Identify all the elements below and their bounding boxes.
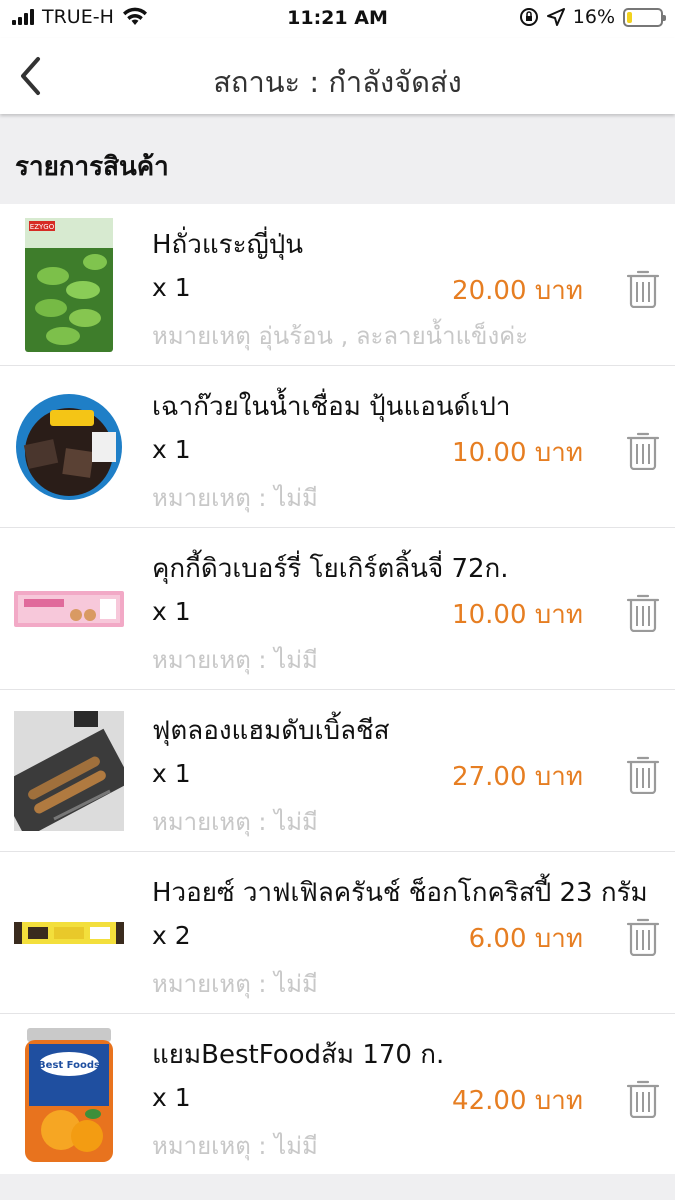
item-quantity: x 1 — [152, 273, 191, 302]
product-image: Best Foods — [14, 1028, 124, 1162]
list-item: EZYGO Hถั่วแระญี่ปุ่น x 1 20.00 บาท หมาย… — [0, 204, 675, 366]
status-bar: TRUE-H 11:21 AM 16% — [0, 0, 675, 38]
item-quantity: x 2 — [152, 921, 191, 950]
item-quantity: x 1 — [152, 597, 191, 626]
trash-icon[interactable] — [626, 430, 660, 470]
item-note: หมายเหตุ : ไม่มี — [152, 970, 318, 998]
item-price: 20.00 บาท — [452, 276, 583, 306]
product-image — [14, 704, 124, 838]
item-note: หมายเหตุ : ไม่มี — [152, 1132, 318, 1160]
list-item: คุกกี้ดิวเบอร์รี่ โยเกิร์ตลิ้นจี่ 72ก. x… — [0, 528, 675, 690]
list-item: ฟุตลองแฮมดับเบิ้ลชีส x 1 27.00 บาท หมายเ… — [0, 690, 675, 852]
item-name: คุกกี้ดิวเบอร์รี่ โยเกิร์ตลิ้นจี่ 72ก. — [152, 554, 509, 584]
order-item-list: EZYGO Hถั่วแระญี่ปุ่น x 1 20.00 บาท หมาย… — [0, 204, 675, 1174]
item-price: 6.00 บาท — [468, 924, 583, 954]
product-image — [14, 542, 124, 676]
trash-icon[interactable] — [626, 268, 660, 308]
item-price: 42.00 บาท — [452, 1086, 583, 1116]
orientation-lock-icon — [519, 8, 538, 26]
list-item: Hวอยซ์ วาฟเฟิลครันช์ ช็อกโกคริสปี้ 23 กร… — [0, 852, 675, 1014]
battery-fill — [627, 11, 633, 23]
product-image — [14, 866, 124, 1000]
item-note: หมายเหตุ : ไม่มี — [152, 646, 318, 674]
item-quantity: x 1 — [152, 435, 191, 464]
product-image: EZYGO — [14, 218, 124, 352]
brand-logo-text: Best Foods — [38, 1060, 100, 1071]
battery-percent: 16% — [572, 6, 615, 28]
nav-bar: สถานะ : กำลังจัดส่ง — [0, 38, 675, 114]
list-item: เฉาก๊วยในน้ำเชื่อม ปุ้นแอนด์เปา x 1 10.0… — [0, 366, 675, 528]
item-note: หมายเหตุ : ไม่มี — [152, 484, 318, 512]
next-section-strip — [0, 1175, 675, 1200]
item-name: Hถั่วแระญี่ปุ่น — [152, 230, 304, 260]
trash-icon[interactable] — [626, 1078, 660, 1118]
brand-logo-text: EZYGO — [30, 223, 55, 231]
list-item: Best Foods แยมBestFoodส้ม 170 ก. x 1 42.… — [0, 1014, 675, 1174]
trash-icon[interactable] — [626, 916, 660, 956]
item-name: Hวอยซ์ วาฟเฟิลครันช์ ช็อกโกคริสปี้ 23 กร… — [152, 878, 648, 908]
item-price: 27.00 บาท — [452, 762, 583, 792]
product-image — [14, 380, 124, 514]
page-title: สถานะ : กำลังจัดส่ง — [213, 65, 462, 99]
battery-icon — [623, 7, 666, 27]
location-icon — [546, 8, 565, 26]
item-name: ฟุตลองแฮมดับเบิ้ลชีส — [152, 716, 390, 746]
item-name: เฉาก๊วยในน้ำเชื่อม ปุ้นแอนด์เปา — [152, 392, 511, 422]
item-quantity: x 1 — [152, 759, 191, 788]
item-price: 10.00 บาท — [452, 600, 583, 630]
item-name: แยมBestFoodส้ม 170 ก. — [152, 1040, 445, 1070]
item-price: 10.00 บาท — [452, 438, 583, 468]
trash-icon[interactable] — [626, 592, 660, 632]
trash-icon[interactable] — [626, 754, 660, 794]
status-right: 16% — [519, 6, 666, 28]
item-note: หมายเหตุ อุ่นร้อน , ละลายน้ำแข็งค่ะ — [152, 322, 529, 350]
item-note: หมายเหตุ : ไม่มี — [152, 808, 318, 836]
item-quantity: x 1 — [152, 1083, 191, 1112]
section-title: รายการสินค้า — [15, 152, 169, 182]
